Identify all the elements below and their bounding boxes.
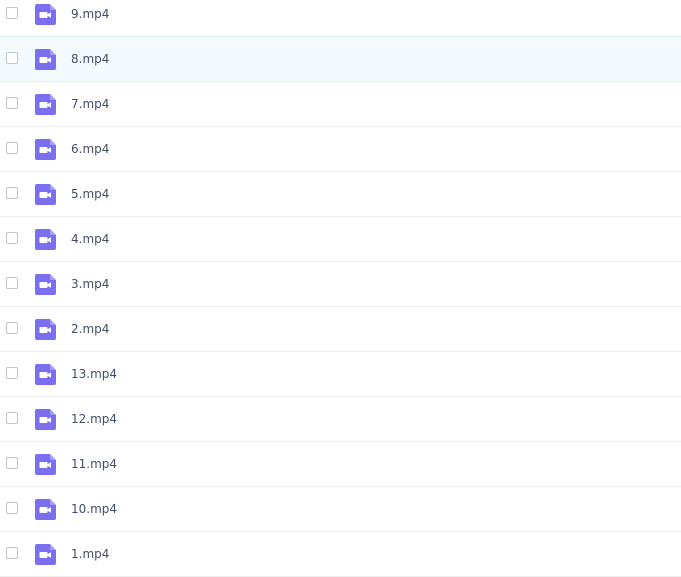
video-file-icon	[35, 184, 56, 205]
file-name[interactable]: 1.mp4	[71, 532, 109, 576]
video-file-icon	[35, 49, 56, 70]
file-name[interactable]: 9.mp4	[71, 0, 109, 36]
video-file-icon	[35, 4, 56, 25]
file-name[interactable]: 13.mp4	[71, 352, 117, 396]
video-file-icon	[35, 139, 56, 160]
file-row[interactable]: 7.mp4	[0, 82, 681, 127]
video-file-icon	[35, 454, 56, 475]
file-name[interactable]: 6.mp4	[71, 127, 109, 171]
row-checkbox[interactable]	[6, 142, 18, 154]
video-file-icon	[35, 544, 56, 565]
row-checkbox[interactable]	[6, 97, 18, 109]
file-row[interactable]: 6.mp4	[0, 127, 681, 172]
video-file-icon	[35, 229, 56, 250]
file-row[interactable]: 13.mp4	[0, 352, 681, 397]
row-checkbox[interactable]	[6, 7, 18, 19]
video-file-icon	[35, 364, 56, 385]
row-checkbox[interactable]	[6, 322, 18, 334]
row-checkbox[interactable]	[6, 187, 18, 199]
file-row[interactable]: 9.mp4	[0, 0, 681, 37]
file-row[interactable]: 8.mp4	[0, 36, 681, 82]
row-checkbox[interactable]	[6, 547, 18, 559]
file-name[interactable]: 7.mp4	[71, 82, 109, 126]
file-row[interactable]: 2.mp4	[0, 307, 681, 352]
file-name[interactable]: 5.mp4	[71, 172, 109, 216]
row-checkbox[interactable]	[6, 457, 18, 469]
file-row[interactable]: 11.mp4	[0, 442, 681, 487]
file-row[interactable]: 12.mp4	[0, 397, 681, 442]
file-row[interactable]: 3.mp4	[0, 262, 681, 307]
row-checkbox[interactable]	[6, 502, 18, 514]
video-file-icon	[35, 319, 56, 340]
row-checkbox[interactable]	[6, 412, 18, 424]
file-row[interactable]: 1.mp4	[0, 532, 681, 577]
file-row[interactable]: 10.mp4	[0, 487, 681, 532]
file-row[interactable]: 5.mp4	[0, 172, 681, 217]
file-row[interactable]: 4.mp4	[0, 217, 681, 262]
file-name[interactable]: 10.mp4	[71, 487, 117, 531]
file-name[interactable]: 2.mp4	[71, 307, 109, 351]
file-name[interactable]: 3.mp4	[71, 262, 109, 306]
file-name[interactable]: 11.mp4	[71, 442, 117, 486]
row-checkbox[interactable]	[6, 52, 18, 64]
file-name[interactable]: 12.mp4	[71, 397, 117, 441]
video-file-icon	[35, 499, 56, 520]
row-checkbox[interactable]	[6, 367, 18, 379]
video-file-icon	[35, 409, 56, 430]
file-list: 9.mp4 8.mp4 7.mp4 6.mp4 5.mp4 4.mp4 3.mp…	[0, 0, 681, 577]
file-name[interactable]: 4.mp4	[71, 217, 109, 261]
video-file-icon	[35, 94, 56, 115]
row-checkbox[interactable]	[6, 277, 18, 289]
row-checkbox[interactable]	[6, 232, 18, 244]
file-name[interactable]: 8.mp4	[71, 37, 109, 81]
video-file-icon	[35, 274, 56, 295]
